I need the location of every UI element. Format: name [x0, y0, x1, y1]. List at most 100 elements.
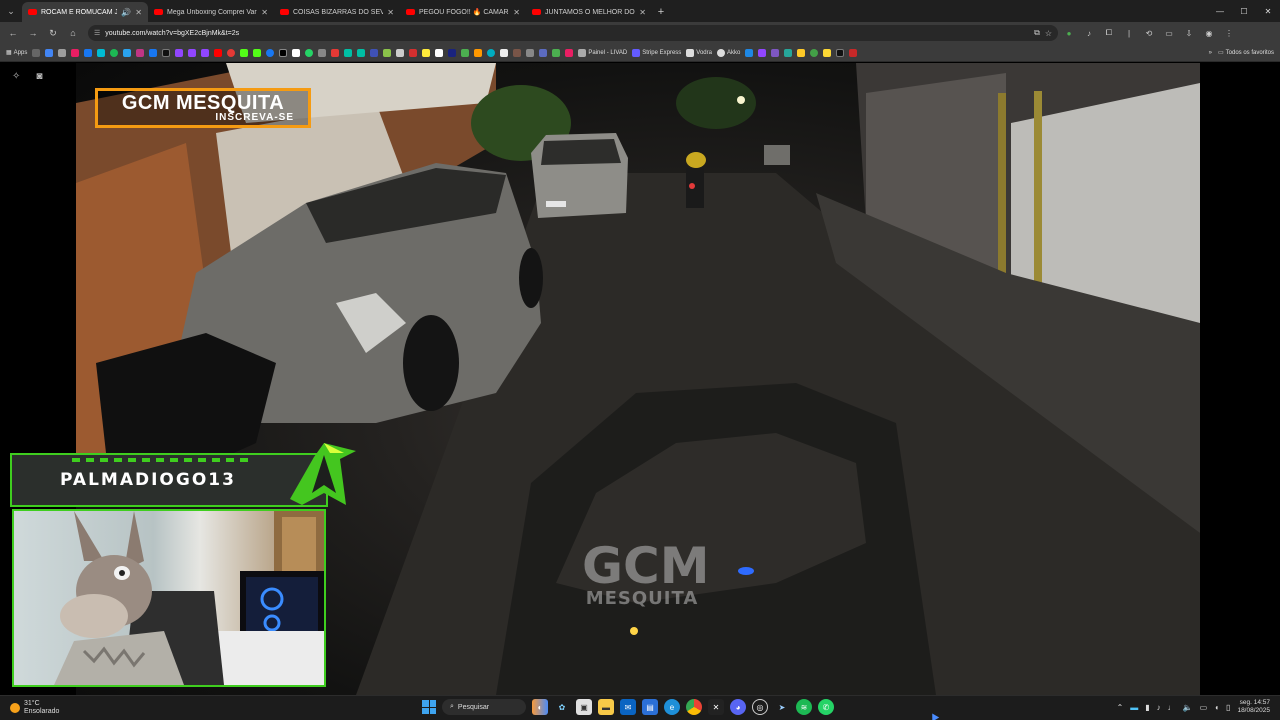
capcut-icon[interactable]: ✕	[708, 699, 724, 715]
close-tab-icon[interactable]: ✕	[387, 8, 394, 17]
outlook-icon[interactable]: ✉	[620, 699, 636, 715]
steam-icon[interactable]: ➤	[774, 699, 790, 715]
bookmark-icon[interactable]	[565, 48, 574, 57]
store-icon[interactable]: ▤	[642, 699, 658, 715]
downloads-icon[interactable]: ⇩	[1180, 24, 1198, 42]
bookmark-icon[interactable]	[409, 48, 418, 57]
bookmark-icon[interactable]	[435, 48, 444, 57]
bookmark-icon[interactable]	[318, 48, 327, 57]
bookmark-icon[interactable]	[526, 48, 535, 57]
tab-3[interactable]: COISAS BIZARRAS DO SEVEN E ✕	[274, 2, 400, 22]
bookmark-icon[interactable]	[383, 48, 392, 57]
menu-icon[interactable]: ⋮	[1220, 24, 1238, 42]
bookmark-icon[interactable]	[784, 48, 793, 57]
discord-icon[interactable]: ◕	[730, 699, 746, 715]
close-window-button[interactable]: ✕	[1256, 0, 1280, 22]
bookmark-icon[interactable]	[474, 48, 483, 57]
kick-bookmark-icon[interactable]	[253, 48, 262, 57]
kick-bookmark-icon[interactable]	[240, 48, 249, 57]
bookmark-icon[interactable]	[58, 48, 67, 57]
whatsapp-icon[interactable]: ✆	[818, 699, 834, 715]
telegram-bookmark-icon[interactable]	[123, 48, 132, 57]
bookmark-icon[interactable]	[357, 48, 366, 57]
spotify-bookmark-icon[interactable]	[110, 48, 119, 57]
taskbar-search[interactable]: ⌕ Pesquisar	[442, 699, 526, 715]
bookmark-icon[interactable]	[771, 48, 780, 57]
usb-icon[interactable]: ▮	[1145, 703, 1149, 712]
widgets-icon[interactable]: ◐	[532, 699, 548, 715]
bookmark-icon[interactable]	[370, 48, 379, 57]
instagram-bookmark-icon[interactable]	[136, 48, 145, 57]
back-button[interactable]: ←	[4, 24, 22, 42]
history-icon[interactable]: ⟲	[1140, 24, 1158, 42]
profile-avatar[interactable]: ◉	[1200, 24, 1218, 42]
tiktok-bookmark-icon[interactable]	[162, 48, 171, 57]
all-favorites[interactable]: ▭ Todos os favoritos	[1218, 49, 1274, 57]
maximize-button[interactable]: ☐	[1232, 0, 1256, 22]
bookmark-stripe[interactable]: Stripe Express	[632, 48, 681, 57]
bookmark-icon[interactable]	[422, 48, 431, 57]
bookmark-icon[interactable]	[461, 48, 470, 57]
split-view-icon[interactable]: ▭	[1160, 24, 1178, 42]
minimize-button[interactable]: —	[1208, 0, 1232, 22]
new-tab-button[interactable]: +	[652, 2, 670, 22]
facebook-bookmark-icon[interactable]	[266, 48, 275, 57]
bookmark-icon[interactable]	[836, 48, 845, 57]
tab-5[interactable]: JUNTAMOS O MELHOR DO BC ✕	[526, 2, 652, 22]
sound-icon[interactable]: ◖	[1214, 703, 1219, 712]
clock[interactable]: seg. 14:57 18/08/2025	[1237, 699, 1270, 715]
x-bookmark-icon[interactable]	[279, 48, 288, 57]
network-icon[interactable]: ▭	[1200, 703, 1208, 712]
bookmark-icon[interactable]	[292, 48, 301, 57]
bookmark-icon[interactable]	[331, 48, 340, 57]
audio-device-icon[interactable]: ♪	[1157, 703, 1161, 712]
bookmark-icon[interactable]	[149, 48, 158, 57]
bookmark-icon[interactable]	[71, 48, 80, 57]
bookmark-icon[interactable]	[758, 48, 767, 57]
bookmark-icon[interactable]	[849, 48, 858, 57]
bookmark-icon[interactable]	[448, 48, 457, 57]
obs-icon[interactable]: ◎	[752, 699, 768, 715]
bookmark-icon[interactable]	[539, 48, 548, 57]
extensions-puzzle-icon[interactable]: ⧠	[1100, 24, 1118, 42]
tab-4[interactable]: PEGOU FOGO!! 🔥 CAMARIM ✕	[400, 2, 526, 22]
bookmark-icon[interactable]	[513, 48, 522, 57]
close-tab-icon[interactable]: ✕	[639, 8, 646, 17]
install-app-icon[interactable]: ⧉	[1034, 28, 1040, 38]
twitch-bookmark-icon[interactable]	[188, 48, 197, 57]
bookmark-star-icon[interactable]: ☆	[1045, 29, 1052, 38]
twitch-bookmark-icon[interactable]	[175, 48, 184, 57]
extension-icon[interactable]: ●	[1060, 24, 1078, 42]
media-control-icon[interactable]: ♪	[1080, 24, 1098, 42]
bookmark-icon[interactable]	[552, 48, 561, 57]
chrome-icon[interactable]	[686, 699, 702, 715]
bookmark-icon[interactable]	[745, 48, 754, 57]
address-bar[interactable]: ☰ youtube.com/watch?v=bgXE2cBjnMk&t=2s ⧉…	[88, 25, 1058, 41]
magic-wand-icon[interactable]: ✧	[12, 71, 20, 82]
bookmark-icon[interactable]	[97, 48, 106, 57]
close-tab-icon[interactable]: ✕	[513, 8, 520, 17]
weather-widget[interactable]: 31°C Ensolarado	[0, 700, 200, 716]
file-explorer-icon[interactable]: ▬	[598, 699, 614, 715]
bookmark-vodra[interactable]: Vodra	[686, 48, 712, 57]
battery-icon[interactable]: ▯	[1226, 703, 1230, 712]
bookmark-icon[interactable]	[487, 48, 496, 57]
home-button[interactable]: ⌂	[64, 24, 82, 42]
whatsapp-bookmark-icon[interactable]	[305, 48, 314, 57]
task-view-icon[interactable]: ▣	[576, 699, 592, 715]
bookmark-icon[interactable]	[396, 48, 405, 57]
copilot-icon[interactable]: ✿	[554, 699, 570, 715]
reload-button[interactable]: ↻	[44, 24, 62, 42]
volume-icon[interactable]: 🔈	[1183, 703, 1193, 712]
bookmark-icon[interactable]	[45, 48, 54, 57]
bookmark-icon[interactable]	[344, 48, 353, 57]
bookmark-icon[interactable]	[227, 48, 236, 57]
tab-search-icon[interactable]: ⌄	[0, 0, 22, 22]
tray-overflow-icon[interactable]: ⌃	[1117, 703, 1124, 712]
tab-2[interactable]: Mega Unboxing Comprei Vario ✕	[148, 2, 274, 22]
forward-button[interactable]: →	[24, 24, 42, 42]
windows-start-icon[interactable]	[422, 700, 436, 714]
apps-bookmark[interactable]: ▦ Apps	[6, 49, 27, 57]
microphone-icon[interactable]: ♩	[1168, 703, 1176, 712]
bookmark-icon[interactable]	[500, 48, 509, 57]
